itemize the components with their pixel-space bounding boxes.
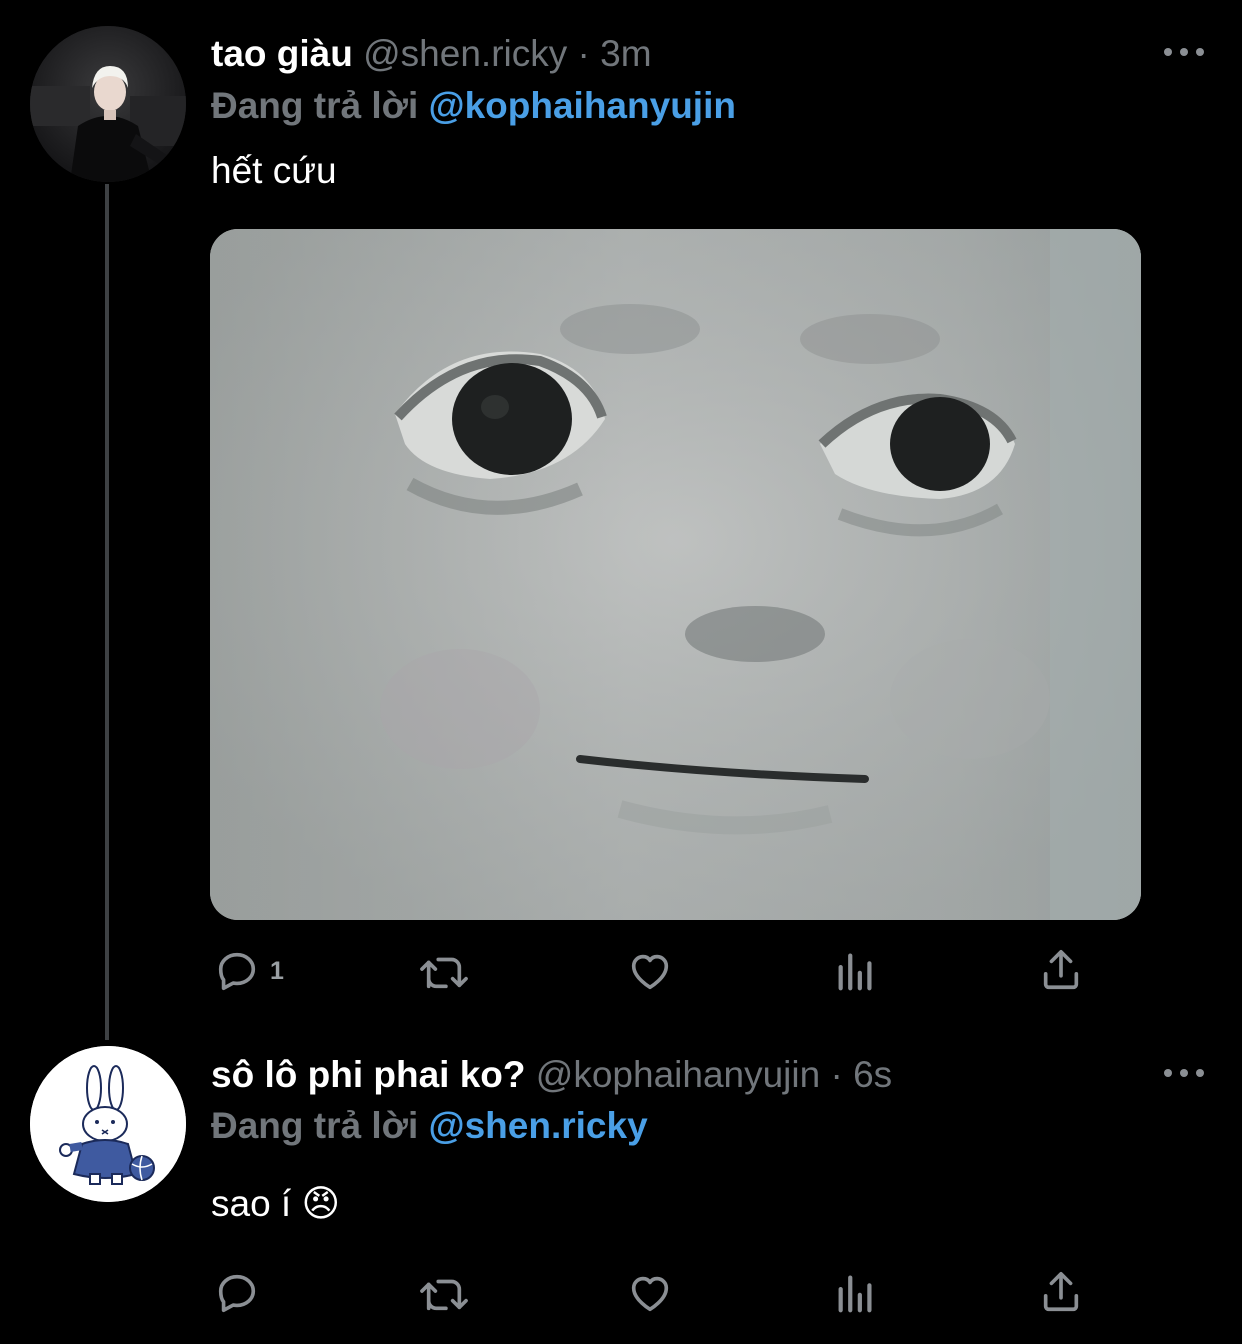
share-icon — [1043, 949, 1079, 990]
display-name[interactable]: sô lô phi phai ko? — [211, 1054, 526, 1095]
tweet-text: hết cứu — [211, 150, 337, 191]
like-button[interactable] — [626, 1270, 674, 1316]
reply-mention-link[interactable]: @kophaihanyujin — [429, 85, 736, 126]
replying-to: Đang trả lời @kophaihanyujin — [211, 85, 736, 127]
reply-button[interactable]: 1 — [214, 948, 284, 994]
display-name[interactable]: tao giàu — [211, 33, 353, 74]
tweet-actions — [0, 1262, 1242, 1322]
views-button[interactable] — [834, 1270, 878, 1316]
avatar-bunny-illustration — [30, 1046, 186, 1202]
reply-button[interactable] — [214, 1270, 270, 1316]
share-button[interactable] — [1038, 1268, 1084, 1316]
like-icon — [631, 1276, 669, 1312]
tweet-text: sao í 😠 — [211, 1183, 341, 1224]
more-options-icon[interactable] — [1164, 46, 1204, 58]
reply-icon — [218, 952, 256, 991]
retweet-button[interactable] — [416, 948, 472, 994]
like-icon — [631, 954, 669, 990]
tweet-header: tao giàu @shen.ricky · 3m — [211, 33, 652, 75]
views-icon — [838, 1275, 872, 1313]
timestamp[interactable]: 6s — [853, 1054, 892, 1095]
reply-icon — [218, 1274, 256, 1313]
retweet-icon — [420, 957, 468, 989]
views-icon — [838, 953, 872, 991]
face-meme-image — [210, 229, 1141, 920]
timestamp[interactable]: 3m — [600, 33, 651, 74]
more-options-icon[interactable] — [1164, 1067, 1204, 1079]
reply-mention-link[interactable]: @shen.ricky — [429, 1105, 648, 1146]
reply-prefix: Đang trả lời — [211, 1105, 419, 1146]
share-icon — [1043, 1271, 1079, 1312]
reply-prefix: Đang trả lời — [211, 85, 419, 126]
tweet-image[interactable] — [210, 229, 1141, 920]
avatar-photo — [30, 26, 186, 182]
avatar[interactable] — [30, 26, 186, 182]
thread-line — [105, 184, 109, 1040]
handle[interactable]: @shen.ricky — [363, 33, 567, 74]
separator: · — [577, 33, 590, 74]
retweet-button[interactable] — [416, 1270, 472, 1316]
replying-to: Đang trả lời @shen.ricky — [211, 1105, 648, 1147]
separator: · — [830, 1054, 843, 1095]
share-button[interactable] — [1038, 946, 1084, 994]
handle[interactable]: @kophaihanyujin — [536, 1054, 820, 1095]
tweet-actions: 1 — [0, 940, 1242, 1000]
tweet-header: sô lô phi phai ko? @kophaihanyujin · 6s — [211, 1054, 892, 1096]
views-button[interactable] — [834, 948, 878, 994]
retweet-icon — [420, 1279, 468, 1311]
like-button[interactable] — [626, 948, 674, 994]
reply-count: 1 — [270, 956, 284, 985]
avatar[interactable] — [30, 1046, 186, 1202]
